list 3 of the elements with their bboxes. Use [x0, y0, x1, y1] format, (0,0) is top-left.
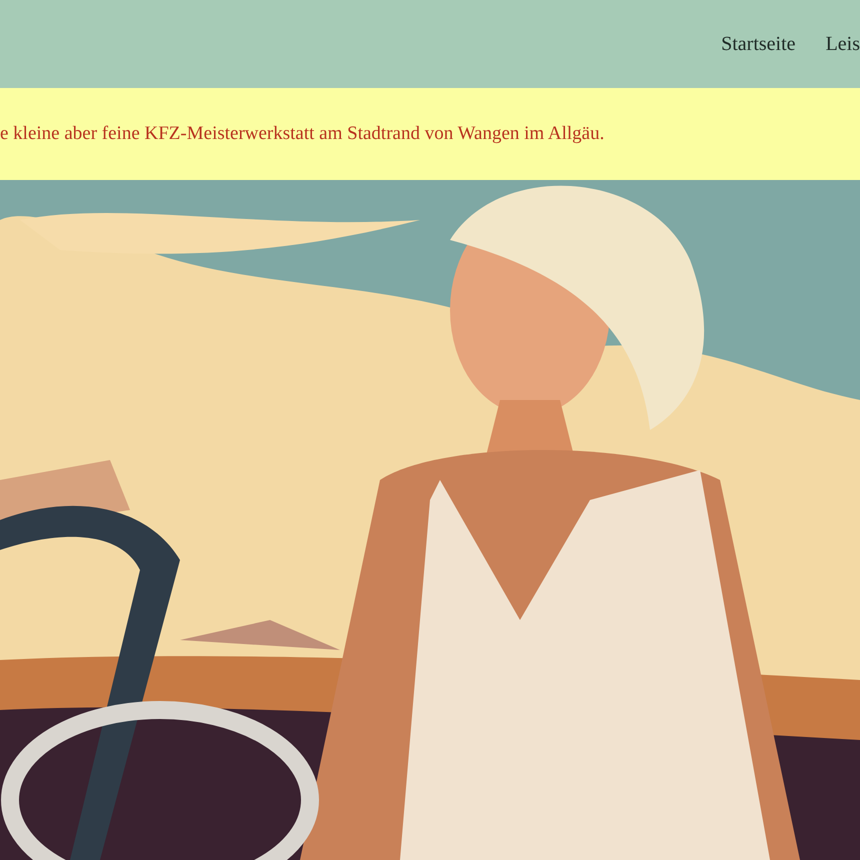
nav-link[interactable]: Leis — [826, 32, 860, 56]
nav-link[interactable]: Startseite — [721, 32, 796, 56]
tagline-text: e kleine aber feine KFZ-Meisterwerkstatt am Stadtrand von Wangen im Allgäu. — [0, 123, 604, 145]
